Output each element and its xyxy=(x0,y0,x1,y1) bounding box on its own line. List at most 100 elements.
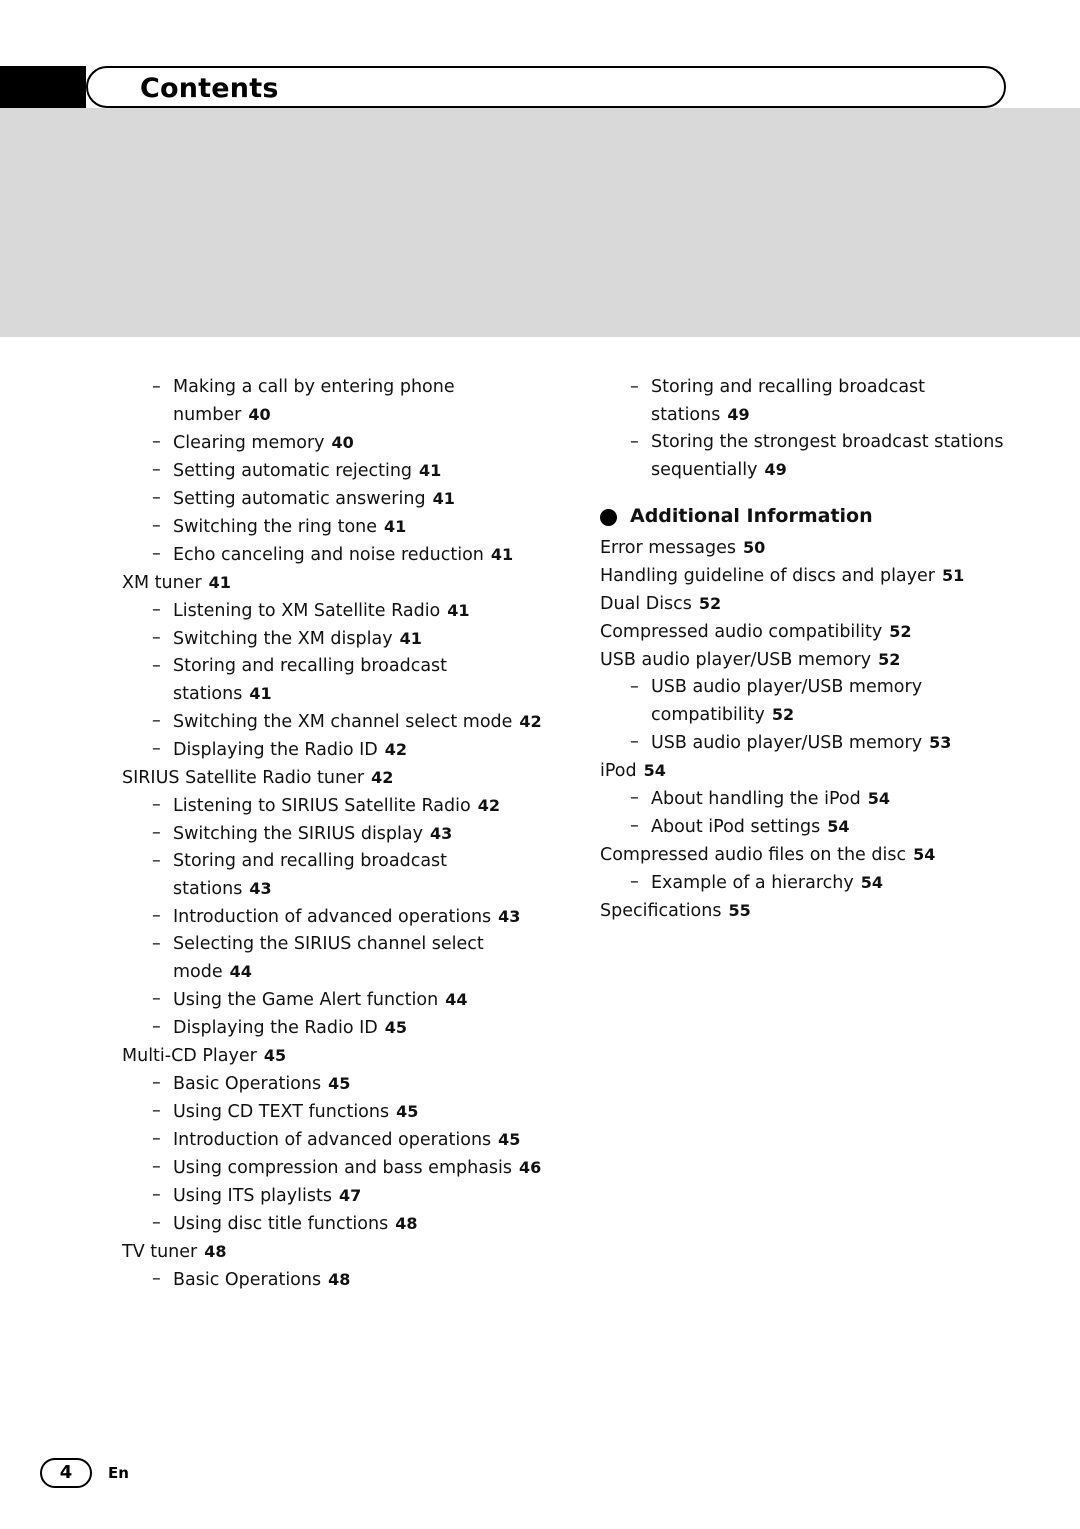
toc-entry[interactable]: – Displaying the Radio ID 45 xyxy=(122,1014,542,1042)
toc-entry[interactable]: – Setting automatic answering 41 xyxy=(122,485,542,513)
toc-dash: – xyxy=(152,934,161,954)
toc-entry[interactable]: – Echo canceling and noise reduction 41 xyxy=(122,541,542,569)
toc-entry[interactable]: – Using the Game Alert function 44 xyxy=(122,986,542,1014)
toc-entry[interactable]: – Displaying the Radio ID 42 xyxy=(122,736,542,764)
toc-entry-page: 41 xyxy=(447,601,470,620)
page-title: Contents xyxy=(140,73,279,104)
toc-entry-page: 41 xyxy=(419,461,442,480)
toc-entry[interactable]: – Switching the XM display 41 xyxy=(122,625,542,653)
toc-entry-page: 49 xyxy=(764,460,787,479)
toc-entry[interactable]: Dual Discs 52 xyxy=(600,590,1020,618)
toc-entry[interactable]: – Making a call by entering phone number 4… xyxy=(122,374,542,429)
toc-entry[interactable]: – Using ITS playlists 47 xyxy=(122,1182,542,1210)
toc-entry[interactable]: – About iPod settings 54 xyxy=(600,813,1020,841)
toc-entry[interactable]: Handling guideline of discs and player 51 xyxy=(600,562,1020,590)
toc-entry-label: Using compression and bass emphasis 46 xyxy=(173,1158,542,1178)
toc-entry[interactable]: – Switching the XM channel select mode 42 xyxy=(122,708,542,736)
toc-entry[interactable]: – Storing the strongest broadcast station… xyxy=(600,429,1020,484)
toc-entry[interactable]: TV tuner 48 xyxy=(122,1238,542,1266)
toc-entry-label: Displaying the Radio ID 45 xyxy=(173,1018,408,1038)
toc-entry[interactable]: – Switching the SIRIUS display 43 xyxy=(122,820,542,848)
toc-entry[interactable]: iPod 54 xyxy=(600,757,1020,785)
toc-entry-label: Handling guideline of discs and player xyxy=(600,566,935,586)
toc-entry-page: 54 xyxy=(913,845,936,864)
toc-entry-label: Echo canceling and noise reduction 41 xyxy=(173,545,514,565)
toc-entry[interactable]: – Introduction of advanced operations 43 xyxy=(122,903,542,931)
toc-entry[interactable]: – Using CD TEXT functions 45 xyxy=(122,1098,542,1126)
toc-entry[interactable]: – Storing and recalling broadcast station… xyxy=(600,374,1020,429)
toc-entry[interactable]: – About handling the iPod 54 xyxy=(600,785,1020,813)
toc-entry-label: Selecting the SIRIUS channel select mode… xyxy=(173,934,484,982)
toc-entry-label: Multi-CD Player xyxy=(122,1046,257,1066)
toc-entry[interactable]: – Listening to XM Satellite Radio 41 xyxy=(122,597,542,625)
toc-entry-label: TV tuner xyxy=(122,1242,198,1262)
toc-entry[interactable]: – Introduction of advanced operations 45 xyxy=(122,1126,542,1154)
toc-entry[interactable]: Multi-CD Player 45 xyxy=(122,1042,542,1070)
toc-dash: – xyxy=(630,677,639,697)
toc-entry-page: 45 xyxy=(328,1074,351,1093)
toc-entry[interactable]: – Using compression and bass emphasis 46 xyxy=(122,1154,542,1182)
toc-entry-page: 52 xyxy=(771,705,795,724)
toc-dash: – xyxy=(152,1185,161,1205)
toc-entry[interactable]: Compressed audio files on the disc 54 xyxy=(600,841,1020,869)
toc-entry[interactable]: XM tuner 41 xyxy=(122,569,542,597)
toc-entry[interactable]: USB audio player/USB memory 52 xyxy=(600,646,1020,674)
toc-dash: – xyxy=(152,377,161,397)
toc-dash: – xyxy=(152,739,161,759)
toc-entry[interactable]: Compressed audio compatibility 52 xyxy=(600,618,1020,646)
toc-dash: – xyxy=(152,628,161,648)
toc-dash: – xyxy=(152,516,161,536)
toc-entry[interactable]: – Clearing memory 40 xyxy=(122,429,542,457)
toc-left-column: – Making a call by entering phone number 4… xyxy=(122,374,542,1294)
gray-banner xyxy=(0,108,1080,337)
toc-entry[interactable]: – Basic Operations 48 xyxy=(122,1266,542,1294)
toc-entry-page: 50 xyxy=(742,538,766,557)
toc-entry[interactable]: – Using disc title functions 48 xyxy=(122,1210,542,1238)
toc-entry[interactable]: – Setting automatic rejecting 41 xyxy=(122,457,542,485)
toc-entry-label: SIRIUS Satellite Radio tuner xyxy=(122,768,365,788)
toc-entry[interactable]: – Basic Operations 45 xyxy=(122,1070,542,1098)
toc-entry-page: 42 xyxy=(519,712,542,731)
toc-entry-label: Error messages xyxy=(600,538,736,558)
toc-entry[interactable]: SIRIUS Satellite Radio tuner 42 xyxy=(122,764,542,792)
toc-dash: – xyxy=(152,851,161,871)
toc-entry[interactable]: – Storing and recalling broadcast station… xyxy=(122,653,542,708)
toc-entry-label: iPod xyxy=(600,761,637,781)
toc-entry-page: 48 xyxy=(328,1270,351,1289)
toc-entry-page: 43 xyxy=(249,879,272,898)
toc-entry-label: Switching the SIRIUS display 43 xyxy=(173,824,453,844)
toc-entry-page: 41 xyxy=(399,629,422,648)
toc-entry-page: 53 xyxy=(929,733,952,752)
toc-dash: – xyxy=(152,488,161,508)
toc-entry-page: 43 xyxy=(429,824,453,843)
toc-entry[interactable]: – USB audio player/USB memory 53 xyxy=(600,729,1020,757)
toc-dash: – xyxy=(152,1101,161,1121)
toc-entry-page: 48 xyxy=(204,1242,227,1261)
toc-entry-label: Switching the XM display 41 xyxy=(173,629,422,649)
toc-entry-label: Using the Game Alert function 44 xyxy=(173,990,468,1010)
toc-entry[interactable]: – Selecting the SIRIUS channel select mod… xyxy=(122,931,542,986)
toc-entry-page: 41 xyxy=(432,489,455,508)
page-header: Contents xyxy=(0,48,1080,108)
toc-entry-label: Introduction of advanced operations 45 xyxy=(173,1130,521,1150)
toc-dash: – xyxy=(152,989,161,1009)
toc-entry-label: Making a call by entering phone number 40 xyxy=(173,377,455,425)
toc-entry[interactable]: Specifications 55 xyxy=(600,897,1020,925)
toc-entry[interactable]: Error messages 50 xyxy=(600,534,1020,562)
toc-entry[interactable]: – USB audio player/USB memory compatibili… xyxy=(600,674,1020,729)
toc-entry-page: 45 xyxy=(498,1130,521,1149)
toc-dash: – xyxy=(152,711,161,731)
toc-dash: – xyxy=(152,1129,161,1149)
toc-entry-label: Storing and recalling broadcast stations… xyxy=(173,656,448,704)
toc-entry[interactable]: – Switching the ring tone 41 xyxy=(122,513,542,541)
toc-entry-label: Using CD TEXT functions 45 xyxy=(173,1102,419,1122)
toc-dash: – xyxy=(152,544,161,564)
toc-entry-label: USB audio player/USB memory xyxy=(600,650,872,670)
toc-entry-label: Compressed audio compatibility xyxy=(600,622,883,642)
toc-entry-label: Setting automatic answering 41 xyxy=(173,489,455,509)
toc-entry-page: 52 xyxy=(698,594,722,613)
toc-entry[interactable]: – Listening to SIRIUS Satellite Radio 42 xyxy=(122,792,542,820)
toc-entry[interactable]: – Storing and recalling broadcast station… xyxy=(122,848,542,903)
toc-entry[interactable]: – Example of a hierarchy 54 xyxy=(600,869,1020,897)
toc-dash: – xyxy=(152,906,161,926)
